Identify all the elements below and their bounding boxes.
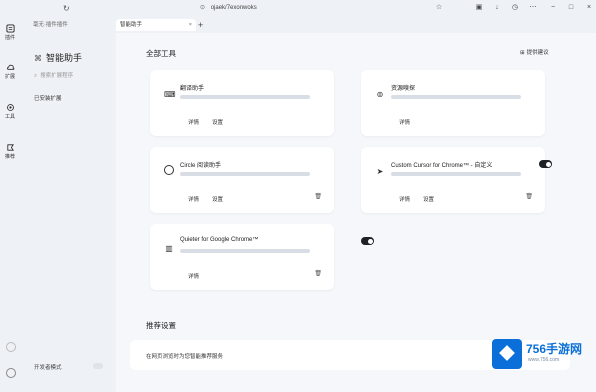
recommend-text: 在网页浏览时为您智能推荐服务: [146, 354, 224, 360]
cursor-icon: ➤: [376, 167, 384, 176]
gear-icon: [6, 104, 14, 111]
rail-item-tools[interactable]: 工具: [1, 103, 19, 120]
card-title: Custom Cursor for Chrome™ - 自定义: [391, 163, 493, 169]
circle-icon: [164, 165, 174, 175]
left-rail: 插件 扩展 工具 推荐: [0, 0, 20, 392]
extension-card: ⌨ 翻译助手 详情 设置: [150, 70, 374, 136]
trash-icon[interactable]: 🗑: [525, 193, 533, 200]
watermark-cube-icon: [492, 339, 522, 369]
rail-label: 扩展: [4, 74, 15, 80]
puzzle-icon: [5, 24, 15, 33]
rail-item-extend[interactable]: 扩展: [1, 63, 19, 80]
address-bar[interactable]: ⊙ ojaek/7exonwoks: [200, 3, 470, 14]
details-button[interactable]: 详情: [399, 118, 410, 126]
tab-close-icon[interactable]: ×: [189, 19, 192, 31]
details-button[interactable]: 详情: [188, 118, 199, 126]
search-placeholder: 搜索扩展程序: [40, 73, 74, 79]
extension-card: ▥ Quieter for Google Chrome™ 详情 🗑: [150, 224, 374, 290]
search-input[interactable]: ⌕ 搜索扩展程序: [34, 71, 108, 81]
watermark-logo: 756手游网 www.756.com: [492, 339, 592, 369]
cloud-icon: [6, 64, 14, 70]
card-title: 翻译助手: [180, 86, 205, 92]
sidebar-item-installed[interactable]: 已安装扩展: [30, 93, 110, 105]
tab-label: 毫无·插件插件: [33, 22, 68, 28]
bookmark-star-icon[interactable]: ☆: [434, 3, 444, 13]
extension-card: Circle 阅读助手 详情 设置 🗑: [150, 147, 374, 213]
card-title: Quieter for Google Chrome™: [180, 237, 259, 243]
flag-icon: [6, 144, 14, 151]
broadcast-icon: ⊚: [376, 90, 384, 99]
details-button[interactable]: 详情: [399, 195, 410, 203]
sidebar-title-text: 智能助手: [46, 53, 83, 63]
feedback-link[interactable]: ⊞ 提供建议: [520, 48, 549, 56]
card-description: [391, 172, 521, 176]
history-icon[interactable]: ◷: [510, 3, 520, 13]
rail-label: 插件: [4, 35, 15, 41]
feedback-icon: ⊞: [520, 50, 525, 56]
tab-inactive[interactable]: 毫无·插件插件: [33, 19, 111, 31]
menu-icon[interactable]: ⋯: [528, 3, 538, 13]
settings-icon[interactable]: [6, 368, 16, 378]
card-description: [180, 95, 310, 99]
watermark-brand: 756手游网: [526, 342, 583, 356]
details-button[interactable]: 详情: [188, 272, 199, 280]
card-description: [180, 172, 310, 176]
extensions-sidebar: ⌘ 智能助手 ⌕ 搜索扩展程序 已安装扩展 开发者模式: [28, 38, 112, 386]
sidebar-title: ⌘ 智能助手: [34, 51, 82, 64]
tab-active[interactable]: 智能助手 ×: [116, 19, 196, 31]
new-tab-label: +: [198, 20, 204, 30]
extension-icon[interactable]: ▣: [474, 3, 484, 13]
window-icon: ▥: [165, 244, 173, 253]
trash-icon[interactable]: 🗑: [314, 193, 322, 200]
translate-icon: ⌨: [164, 90, 176, 99]
section-title: 全部工具: [146, 49, 176, 58]
details-button[interactable]: 详情: [188, 195, 199, 203]
rail-item-plugins[interactable]: 插件: [1, 24, 19, 41]
settings-button[interactable]: 设置: [212, 118, 223, 126]
rail-item-recommend[interactable]: 推荐: [1, 143, 19, 160]
sidebar-item-label: 已安装扩展: [34, 96, 62, 102]
card-description: [180, 249, 310, 253]
settings-button[interactable]: 设置: [212, 195, 223, 203]
enable-toggle[interactable]: [539, 160, 552, 168]
address-text: ojaek/7exonwoks: [210, 5, 257, 11]
watermark-sub: www.756.com: [528, 357, 560, 363]
feedback-link-text: 提供建议: [526, 50, 549, 56]
search-icon: ⌕: [34, 73, 38, 79]
developer-mode-label: 开发者模式: [34, 365, 62, 371]
close-icon[interactable]: ×: [584, 3, 594, 13]
minimize-icon[interactable]: −: [548, 3, 558, 13]
enable-toggle[interactable]: [361, 237, 374, 245]
settings-button[interactable]: 设置: [423, 195, 434, 203]
extension-card: ⊚ 资源嗅探 详情: [361, 70, 545, 136]
developer-mode-toggle[interactable]: [93, 363, 103, 369]
rail-label: 推荐: [4, 154, 15, 160]
download-icon[interactable]: ↓: [492, 3, 502, 13]
lock-icon: ⊙: [200, 5, 206, 11]
tab-label: 智能助手: [120, 22, 143, 28]
refresh-icon[interactable]: ↻: [63, 4, 70, 13]
card-title: Circle 阅读助手: [180, 163, 222, 169]
new-tab-button[interactable]: +: [198, 19, 203, 31]
card-description: [391, 95, 521, 99]
card-title: 资源嗅探: [391, 86, 416, 92]
rail-label: 工具: [4, 114, 15, 120]
recommend-title: 推荐设置: [146, 321, 176, 330]
maximize-icon[interactable]: □: [566, 3, 576, 13]
extension-card: ➤ Custom Cursor for Chrome™ - 自定义 详情 设置 …: [361, 147, 552, 213]
trash-icon[interactable]: 🗑: [314, 270, 322, 277]
help-icon[interactable]: [6, 342, 16, 352]
puzzle-icon: ⌘: [34, 54, 42, 63]
browser-toolbar: ↻ ⊙ ojaek/7exonwoks ☆ ▣ ↓ ◷ ⋯ − □ ×: [20, 0, 596, 18]
